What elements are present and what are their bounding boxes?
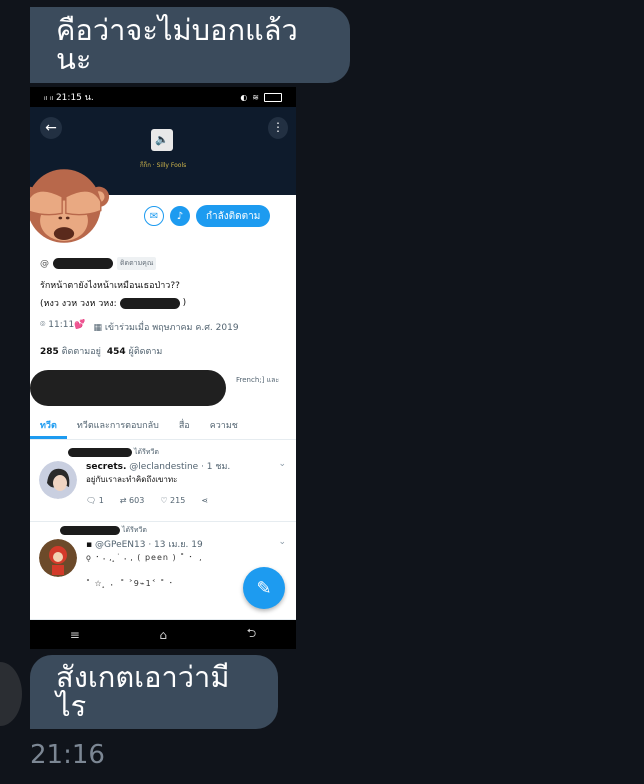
retweet-action[interactable]: ⇄ 603	[120, 496, 145, 505]
home-icon[interactable]: ⌂	[159, 628, 167, 642]
retweet-icon: ⇄	[119, 496, 127, 505]
tab-media[interactable]: สื่อ	[169, 411, 200, 439]
like-action[interactable]: ♡ 215	[160, 496, 185, 505]
follow-counts: 285 ติดตามอยู่ 454 ผู้ติดตาม	[40, 344, 162, 358]
vibrate-icon: ◐	[240, 92, 248, 102]
redacted-followed-by	[30, 370, 226, 406]
tweet-body-line: ˚ ☆ ̥ ⠄ ˚ ˃9⌁1˂ ˚ ⠂	[86, 579, 176, 588]
feather-plus-icon: ✎	[256, 577, 272, 599]
sender-avatar[interactable]	[0, 662, 22, 726]
phone-status-bar: ᵢₗ ᵢₗ 21:15 น. ◐ ≋	[30, 87, 296, 107]
status-time: ᵢₗ ᵢₗ 21:15 น.	[44, 93, 94, 103]
reply-action[interactable]: 🗨 1	[86, 496, 104, 505]
chat-message-text: คือว่าจะไม่บอกแล้วนะ	[56, 13, 298, 76]
follows-you-badge: ติดตามคุณ	[117, 257, 157, 270]
at-symbol: @	[40, 258, 49, 269]
location-pin-icon: ⌾	[40, 320, 46, 330]
joined-item: ▦ เข้าร่วมเมื่อ พฤษภาคม ค.ศ. 2019	[93, 323, 239, 333]
menu-icon[interactable]: ≡	[70, 628, 80, 642]
following-button[interactable]: กำลังติดตาม	[196, 205, 271, 227]
chat-bubble-bottom[interactable]: สังเกตเอาว่ามีไร	[30, 655, 278, 729]
tweet-body-line: ǫ ⠂⠄, ̥ ͘ ⠄, ( peen ) ˚ ⠂ ,	[86, 553, 203, 562]
back-icon[interactable]: ⮌	[247, 624, 257, 645]
status-icons: ◐ ≋	[240, 92, 282, 102]
speaker-icon: 🔈	[151, 129, 173, 151]
bio-line-1: รักหน้าตายังไงหน้าเหมือนเธอป่าว??	[40, 281, 180, 291]
more-options-icon[interactable]: ⋮	[268, 117, 288, 139]
tweet-item[interactable]: ได้รีทวีต secrets. @leclandestine · 1 ชม…	[30, 445, 296, 522]
message-timestamp: 21:16	[30, 740, 105, 770]
redacted-display-name: ▪	[86, 540, 93, 550]
back-arrow-icon[interactable]: ←	[40, 117, 62, 139]
compose-tweet-button[interactable]: ✎	[243, 567, 285, 609]
retweet-line: ได้รีทวีต	[60, 525, 147, 536]
android-nav-bar: ≡ ⌂ ⮌	[30, 620, 296, 649]
followers-count[interactable]: 454 ผู้ติดตาม	[107, 344, 162, 358]
profile-tabs: ทวีต ทวีตและการตอบกลับ สื่อ ความช	[30, 411, 296, 440]
location-item: ⌾ 11:11💕	[40, 320, 86, 330]
chat-bubble-top[interactable]: คือว่าจะไม่บอกแล้วนะ	[30, 7, 350, 83]
tab-tweets[interactable]: ทวีต	[30, 411, 67, 439]
banner-caption: ก็ก็ก · Silly Fools	[140, 162, 187, 169]
see-no-evil-monkey-icon	[30, 169, 110, 243]
attached-screenshot-image[interactable]: ᵢₗ ᵢₗ 21:15 น. ◐ ≋ ← 🔈 ก็ก็ก · Silly Foo…	[30, 87, 296, 649]
profile-handle-row: @ ติดตามคุณ	[40, 257, 157, 270]
following-count[interactable]: 285 ติดตามอยู่	[40, 344, 101, 358]
reply-icon: 🗨	[86, 496, 97, 505]
followed-by-text: French;] และ	[236, 376, 280, 384]
share-icon[interactable]: ⋖	[201, 496, 208, 505]
tweet-author: secrets. @leclandestine · 1 ชม.	[86, 462, 231, 472]
redacted-bio-text	[119, 297, 180, 309]
profile-actions: ✉ ♪ กำลังติดตาม	[144, 205, 271, 227]
redacted-retweeter	[60, 526, 120, 535]
bio-line-2: (หงว งวห วงห วหง: )	[40, 297, 187, 309]
battery-icon	[264, 92, 282, 102]
wifi-icon: ≋	[252, 92, 259, 102]
profile-meta: ⌾ 11:11💕 ▦ เข้าร่วมเมื่อ พฤษภาคม ค.ศ. 20…	[40, 320, 239, 334]
chevron-down-icon[interactable]: ⌄	[278, 537, 286, 547]
chevron-down-icon[interactable]: ⌄	[278, 459, 286, 469]
heart-icon: ♡	[160, 496, 168, 505]
retweet-line: ได้รีทวีต	[68, 447, 159, 458]
tweet-author: ▪ @GPeEN13 · 13 เม.ย. 19	[86, 540, 203, 550]
calendar-icon: ▦	[93, 323, 102, 333]
tab-likes[interactable]: ความช	[200, 411, 248, 439]
tab-tweets-replies[interactable]: ทวีตและการตอบกลับ	[67, 411, 169, 439]
redacted-retweeter	[68, 448, 132, 457]
tweet-actions: 🗨 1 ⇄ 603 ♡ 215 ⋖	[86, 496, 208, 505]
notification-bell-icon[interactable]: ♪	[170, 206, 190, 226]
tweet-avatar[interactable]	[39, 461, 77, 499]
chat-message-text: สังเกตเอาว่ามีไร	[56, 660, 230, 723]
tweet-body: อยู่กับเราละทำคิดถึงเขาทะ	[86, 475, 178, 484]
redacted-handle	[53, 258, 113, 269]
tweet-avatar[interactable]	[39, 539, 77, 577]
message-icon[interactable]: ✉	[144, 206, 164, 226]
